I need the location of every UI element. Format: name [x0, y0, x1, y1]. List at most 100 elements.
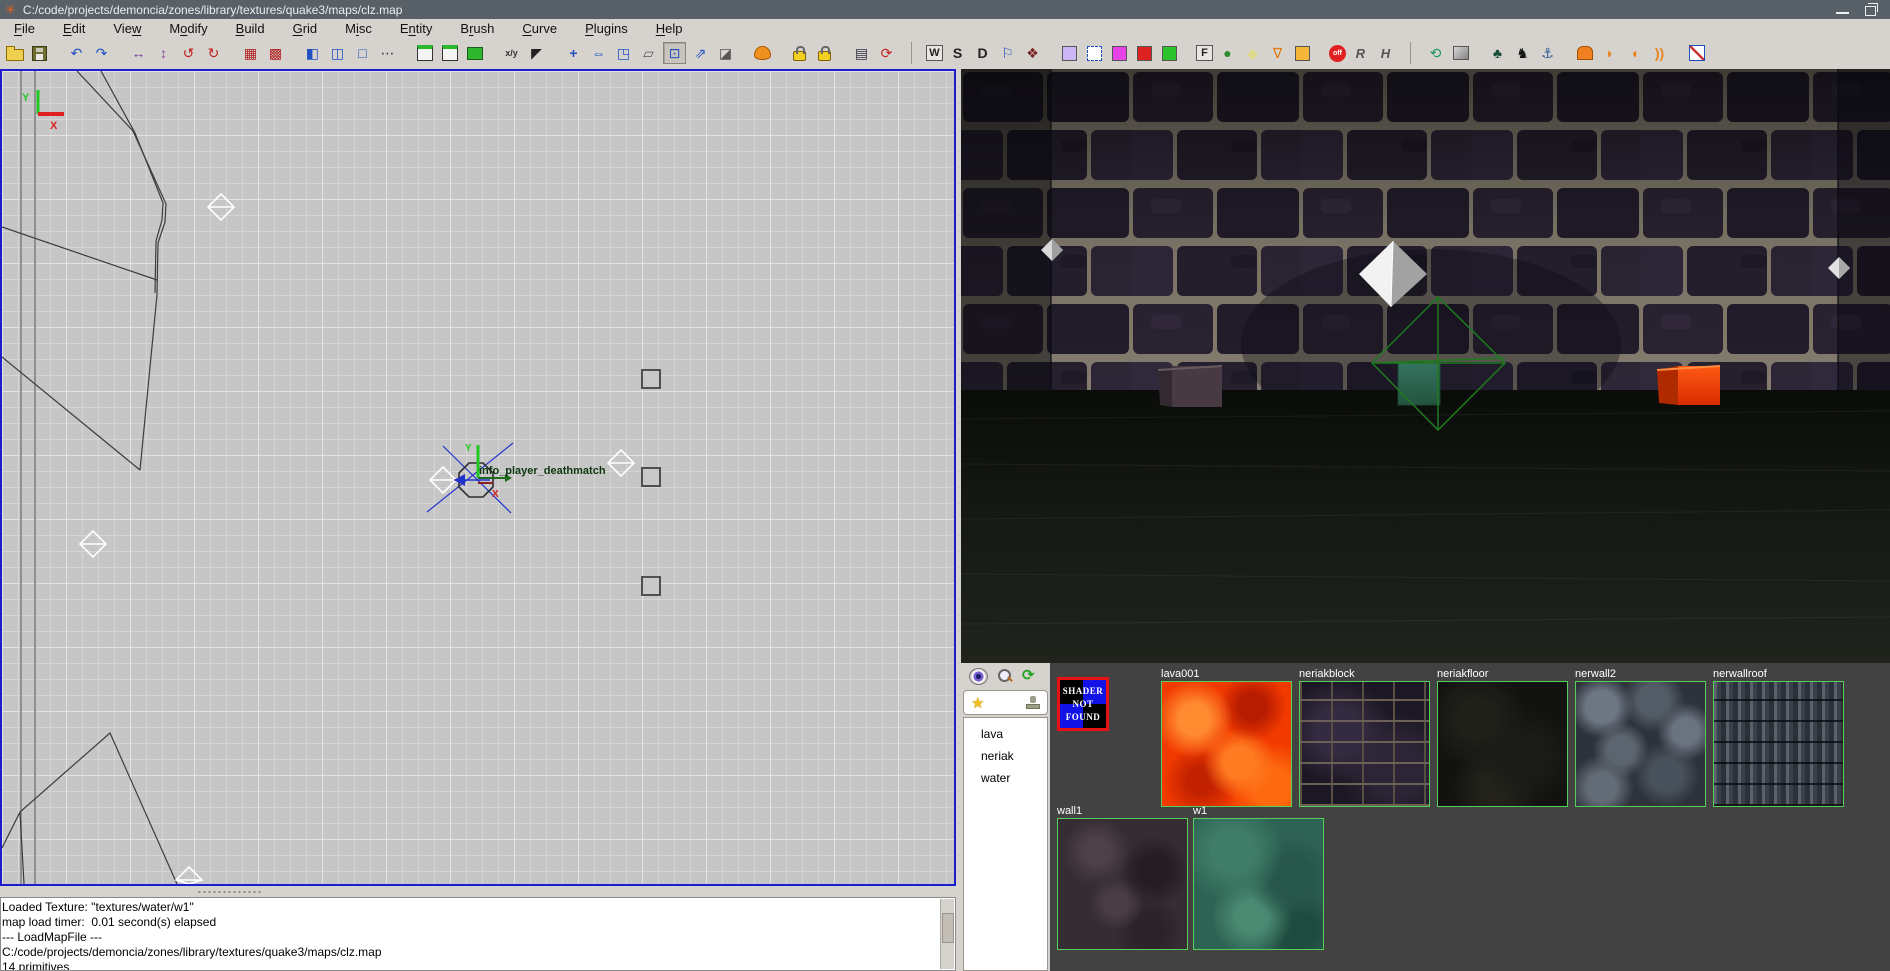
gamma-button[interactable]: ❖	[1022, 43, 1043, 63]
texture-shader-not-found[interactable]: SHADER NOT FOUND	[1057, 677, 1109, 731]
wireframe-mode-button[interactable]: W	[926, 45, 943, 61]
cubic-clip-button[interactable]: ⚐	[997, 43, 1018, 63]
make-solid-button[interactable]	[464, 43, 485, 63]
ship-button[interactable]: ⚓	[1537, 43, 1558, 63]
creature-button[interactable]: ♞	[1512, 43, 1533, 63]
rotate-cw-button[interactable]: ↻	[203, 43, 224, 63]
clipper-button[interactable]: ◧	[302, 43, 323, 63]
swap-xy-button[interactable]: x/y	[501, 43, 522, 63]
texture-nerwall2[interactable]	[1575, 681, 1706, 807]
texture-wall1[interactable]	[1057, 818, 1188, 950]
texture-folder-lava[interactable]: lava	[964, 724, 1047, 746]
restore-button[interactable]	[1865, 6, 1876, 16]
filter-lavender-button[interactable]	[1059, 43, 1080, 63]
splitter-handle[interactable]	[197, 890, 263, 894]
more-tools-button[interactable]: ⋯	[377, 43, 398, 63]
texture-nerwallroof[interactable]	[1713, 681, 1844, 807]
make-room-button[interactable]	[439, 43, 460, 63]
trees-button[interactable]: ♣	[1487, 43, 1508, 63]
split-selected-button[interactable]: ◫	[327, 43, 348, 63]
redo-button[interactable]: ↷	[91, 43, 112, 63]
cube-lava[interactable]	[1657, 366, 1720, 405]
texture-neriakfloor[interactable]	[1437, 681, 1568, 807]
search-edit-icon[interactable]	[997, 668, 1013, 684]
menu-grid[interactable]: Grid	[279, 20, 332, 37]
texture-folder-neriak[interactable]: neriak	[964, 746, 1047, 768]
edge-mode-button[interactable]: ⇗	[690, 43, 711, 63]
stamp-icon[interactable]	[1026, 696, 1040, 709]
solid-mode-button[interactable]: S	[947, 43, 968, 63]
menu-misc[interactable]: Misc	[331, 20, 386, 37]
change-views-button[interactable]: ◤	[526, 43, 547, 63]
nodraw-button[interactable]	[1686, 43, 1707, 63]
cube-model-button[interactable]	[1450, 43, 1471, 63]
patch-square-button[interactable]	[1574, 43, 1595, 63]
cube-w1[interactable]	[1398, 363, 1440, 405]
3d-view[interactable]	[961, 69, 1890, 663]
texture-lava001[interactable]	[1161, 681, 1292, 807]
texture-w1[interactable]	[1193, 818, 1324, 950]
entity-list-button[interactable]: ▤	[851, 43, 872, 63]
undo-button[interactable]: ↶	[66, 43, 87, 63]
console-scrollbar[interactable]	[940, 899, 954, 969]
patch-tool-button[interactable]	[752, 43, 773, 63]
menu-modify[interactable]: Modify	[155, 20, 221, 37]
menu-file[interactable]: File	[0, 20, 49, 37]
off-button[interactable]: off	[1329, 45, 1346, 62]
rotate-ccw-button[interactable]: ↺	[178, 43, 199, 63]
flip-clip-button[interactable]: □	[352, 43, 373, 63]
texture-lock-vertical-button-icon	[818, 51, 831, 61]
open-button[interactable]	[4, 43, 25, 63]
save-button[interactable]	[29, 43, 50, 63]
minimize-button[interactable]	[1836, 12, 1849, 14]
face-mode-button[interactable]: ◪	[715, 43, 736, 63]
textured-mode-button[interactable]: D	[972, 43, 993, 63]
menu-brush[interactable]: Brush	[446, 20, 508, 37]
hollow-button[interactable]	[414, 43, 435, 63]
filter-amber-button[interactable]	[1292, 43, 1313, 63]
refresh-icon[interactable]: ⟳	[1022, 668, 1035, 684]
menu-plugins[interactable]: Plugins	[571, 20, 642, 37]
r-mode-button[interactable]: R	[1350, 43, 1371, 63]
resize-button[interactable]: ◳	[613, 43, 634, 63]
texture-lock-vertical-button[interactable]	[814, 43, 835, 63]
plant-button[interactable]: ●	[1217, 43, 1238, 63]
menu-entity[interactable]: Entity	[386, 20, 447, 37]
console[interactable]: Loaded Texture: "textures/water/w1"map l…	[0, 897, 956, 971]
refresh-button[interactable]: ⟳	[876, 43, 897, 63]
patch-bevel-button[interactable]: ◗	[1599, 43, 1620, 63]
model-refresh-button[interactable]: ⟲	[1425, 43, 1446, 63]
filter-red-button[interactable]	[1134, 43, 1155, 63]
menu-view[interactable]: View	[99, 20, 155, 37]
patch-endcap-button[interactable]: ◖	[1624, 43, 1645, 63]
star-icon[interactable]: ★	[971, 694, 984, 712]
scale-button[interactable]: ⇔	[588, 43, 609, 63]
texture-neriakblock[interactable]	[1299, 681, 1430, 807]
flip-y-button[interactable]: ↕	[153, 43, 174, 63]
cone-button[interactable]: ∇	[1267, 43, 1288, 63]
texture-folder-water[interactable]: water	[964, 768, 1047, 790]
menu-curve[interactable]: Curve	[508, 20, 571, 37]
vertex-mode-button[interactable]: ⊡	[663, 42, 686, 64]
texture-lock-button[interactable]	[789, 43, 810, 63]
menu-help[interactable]: Help	[642, 20, 697, 37]
filter-magenta-button[interactable]	[1109, 43, 1130, 63]
csg-subtract-button[interactable]: ▩	[265, 43, 286, 63]
eye-icon[interactable]	[969, 668, 988, 685]
console-scrollbar-thumb[interactable]	[942, 913, 954, 943]
h-mode-button[interactable]: H	[1375, 43, 1396, 63]
filter-green-button[interactable]	[1159, 43, 1180, 63]
shear-button[interactable]: ▱	[638, 43, 659, 63]
flip-x-button[interactable]: ↔	[128, 43, 149, 63]
menu-edit[interactable]: Edit	[49, 20, 99, 37]
translate-button[interactable]: +	[563, 43, 584, 63]
2d-view[interactable]: Y X	[0, 69, 956, 886]
menu-build[interactable]: Build	[222, 20, 279, 37]
filter-dashed-button[interactable]	[1084, 43, 1105, 63]
entity-inspector-button[interactable]: F	[1196, 45, 1213, 61]
patch-cylinder-button[interactable]: ))	[1649, 43, 1670, 63]
light-button[interactable]: ◆	[1242, 43, 1263, 63]
csg-merge-button[interactable]: ▦	[240, 43, 261, 63]
texture-browser[interactable]: ⟳ ★ lavaneriakwater SHADER NOT FOUND lav…	[961, 663, 1890, 971]
cube-wall1[interactable]	[1158, 366, 1222, 407]
